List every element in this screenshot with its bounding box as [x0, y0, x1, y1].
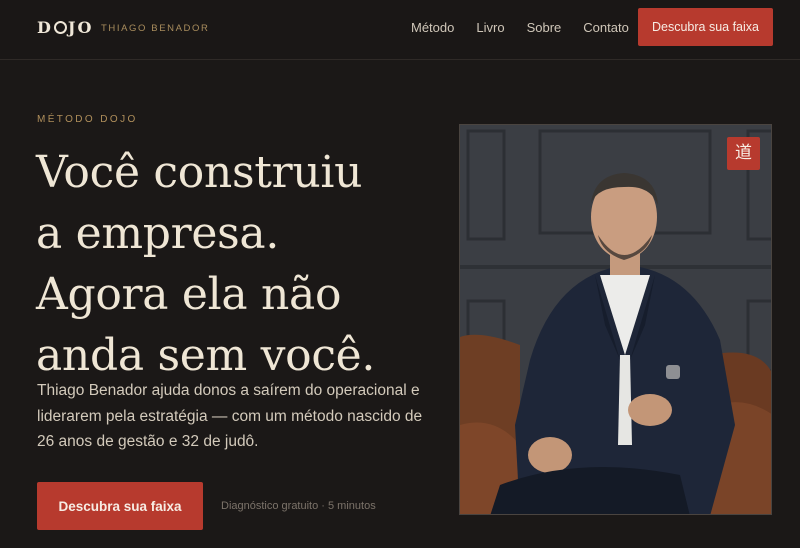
nav-link-livro[interactable]: Livro	[476, 20, 504, 35]
dojo-logo[interactable]: D JO	[37, 18, 93, 37]
nav-link-contato[interactable]: Contato	[583, 20, 629, 35]
logo-letters-jo: JO	[67, 18, 94, 37]
nav-cta-button[interactable]: Descubra sua faixa	[638, 8, 773, 46]
nav-link-sobre[interactable]: Sobre	[527, 20, 562, 35]
top-nav: D JO THIAGO BENADOR Método Livro Sobre Co…	[0, 0, 800, 60]
hero-lead: Thiago Benador ajuda donos a saírem do o…	[37, 382, 423, 450]
logo-letter-d: D	[37, 18, 53, 37]
kanji-badge: 道	[727, 137, 760, 170]
cta-note: Diagnóstico gratuito · 5 minutos	[221, 500, 376, 512]
headline-line-3: Agora ela não	[36, 269, 342, 320]
logo-circle-icon	[53, 21, 67, 34]
portrait-photo	[459, 124, 772, 515]
logo-subtitle: THIAGO BENADOR	[101, 23, 210, 34]
portrait-illustration	[460, 125, 771, 514]
hero-cta-button[interactable]: Descubra sua faixa	[37, 482, 203, 530]
headline-line-2: a empresa.	[36, 208, 280, 259]
headline-line-1: Você construiu	[36, 147, 363, 198]
hero-headline: Você construiu a empresa. Agora ela não …	[36, 142, 446, 386]
nav-link-metodo[interactable]: Método	[411, 20, 454, 35]
headline-line-4: anda sem você.	[36, 330, 376, 381]
nav-links: Método Livro Sobre Contato	[411, 20, 651, 35]
hero-eyebrow: MÉTODO DOJO	[37, 114, 138, 125]
